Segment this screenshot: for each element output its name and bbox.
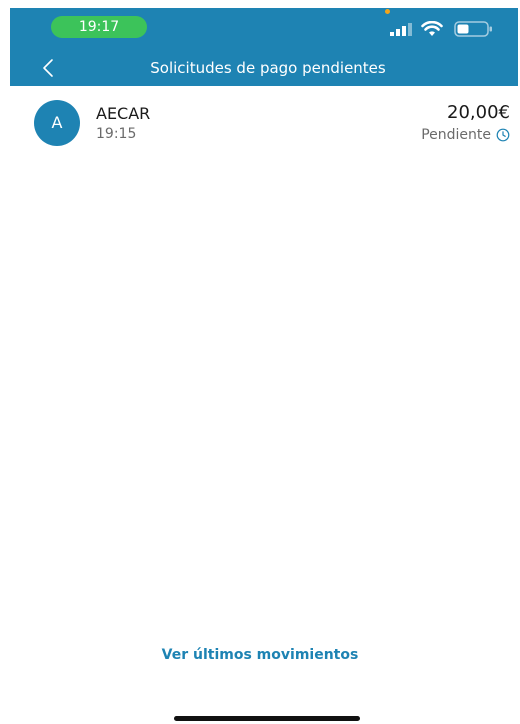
status-badge: Pendiente: [421, 127, 510, 143]
home-indicator[interactable]: [174, 716, 360, 721]
status-bar-time: 19:17: [51, 16, 147, 38]
microphone-indicator-icon: [385, 9, 390, 14]
request-amount: 20,00€: [447, 102, 510, 123]
avatar: A: [34, 100, 80, 146]
wifi-icon: [421, 21, 443, 36]
battery-icon: [454, 21, 492, 37]
clock-icon: [496, 128, 510, 142]
page-title: Solicitudes de pago pendientes: [150, 59, 386, 77]
payee-name: AECAR: [96, 104, 151, 123]
status-label: Pendiente: [421, 127, 491, 143]
cellular-signal-icon: [390, 23, 412, 36]
request-time: 19:15: [96, 126, 137, 142]
payment-request-row[interactable]: A AECAR 19:15 20,00€ Pendiente: [20, 96, 510, 152]
app-screen: 19:17 Solicitudes de pago pendientes A A…: [0, 0, 520, 724]
view-recent-movements-link[interactable]: Ver últimos movimientos: [0, 647, 520, 663]
app-header: 19:17 Solicitudes de pago pendientes: [10, 8, 518, 86]
